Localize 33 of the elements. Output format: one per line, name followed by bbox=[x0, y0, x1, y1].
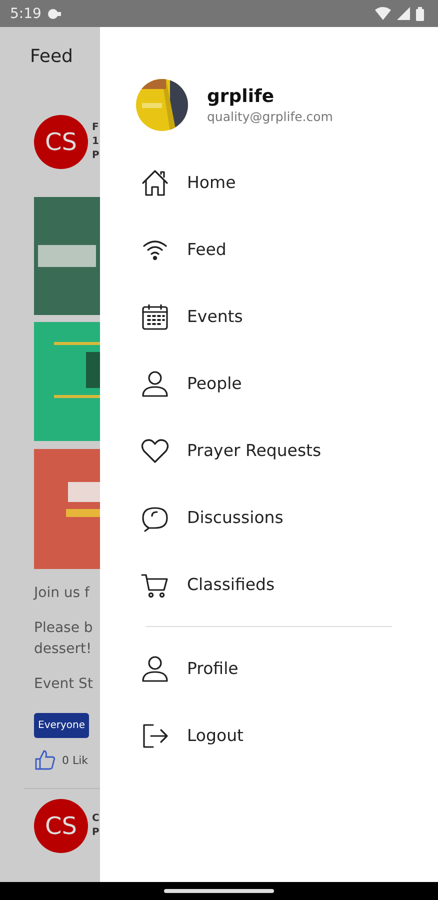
menu-item[interactable]: Home bbox=[136, 149, 396, 216]
person-icon bbox=[140, 654, 170, 684]
clock-time: 5:19 bbox=[10, 6, 42, 22]
post-meta-text: 1 bbox=[92, 135, 100, 149]
post-text: Please b dessert! bbox=[34, 619, 94, 659]
post-text: Join us f bbox=[34, 584, 91, 603]
menu-item[interactable]: Profile bbox=[136, 635, 396, 702]
home-icon bbox=[140, 168, 170, 198]
menu-item[interactable]: Discussions bbox=[136, 484, 396, 551]
user-name: grplife bbox=[207, 86, 276, 107]
audience-tag: Everyone bbox=[34, 713, 90, 738]
menu-item[interactable]: Events bbox=[136, 283, 396, 350]
menu-item[interactable]: Classifieds bbox=[136, 551, 396, 618]
battery-icon bbox=[416, 6, 424, 20]
like-count: 0 Lik bbox=[62, 754, 88, 766]
menu-item[interactable]: Feed bbox=[136, 216, 396, 283]
menu-item[interactable]: People bbox=[136, 350, 396, 417]
screen-title: Feed bbox=[30, 47, 74, 69]
calendar-icon bbox=[140, 302, 170, 332]
person-icon bbox=[140, 368, 170, 398]
avatar: CS bbox=[34, 799, 88, 853]
signal-icon bbox=[397, 7, 410, 20]
post-meta-text: P bbox=[92, 149, 100, 163]
avatar: CS bbox=[34, 115, 88, 169]
menu-item[interactable]: Prayer Requests bbox=[136, 417, 396, 484]
post-meta-text: P bbox=[92, 826, 100, 840]
user-email: quality@grplife.com bbox=[207, 109, 333, 124]
menu-item[interactable]: Logout bbox=[136, 702, 396, 769]
post-meta-text: C bbox=[92, 812, 100, 826]
wifi-icon bbox=[375, 7, 391, 20]
post-text: Event St bbox=[34, 675, 94, 694]
post-meta-text: F bbox=[92, 121, 100, 135]
thumbs-up-icon[interactable] bbox=[34, 750, 56, 770]
